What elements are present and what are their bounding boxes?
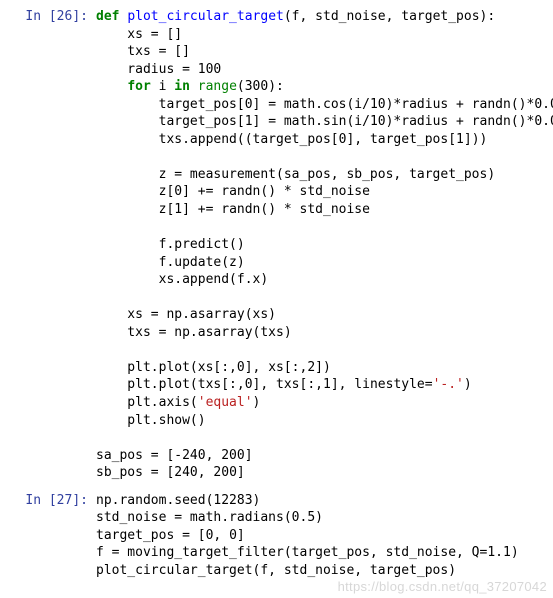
code-block[interactable]: def plot_circular_target(f, std_noise, t… <box>96 8 553 482</box>
watermark-text: https://blog.csdn.net/qq_37207042 <box>338 578 547 596</box>
code-cell: In [27]: np.random.seed(12283) std_noise… <box>8 492 545 580</box>
input-prompt: In [26]: <box>8 8 96 482</box>
code-cell: In [26]: def plot_circular_target(f, std… <box>8 8 545 482</box>
code-block[interactable]: np.random.seed(12283) std_noise = math.r… <box>96 492 545 580</box>
input-prompt: In [27]: <box>8 492 96 580</box>
